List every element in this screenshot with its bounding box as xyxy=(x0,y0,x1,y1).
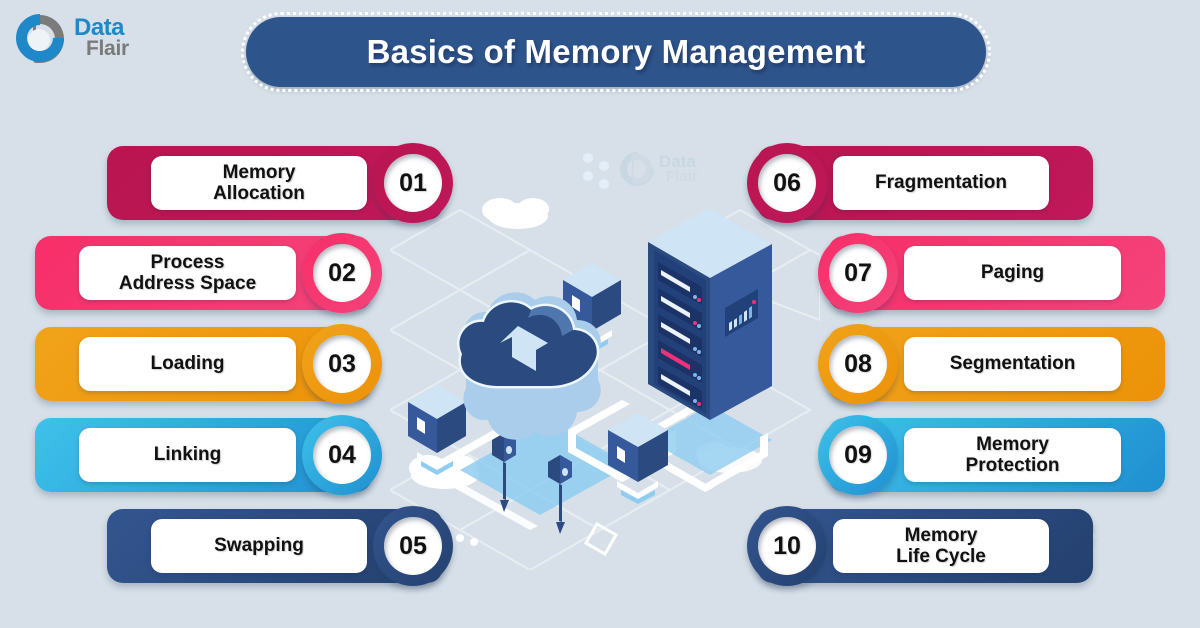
list-item[interactable]: Memory Protection 09 xyxy=(818,415,1165,495)
item-number: 06 xyxy=(773,168,801,197)
dataflair-logo: Data Flair xyxy=(6,4,129,72)
list-item[interactable]: Linking 04 xyxy=(35,415,382,495)
item-number-circle: 10 xyxy=(747,506,827,586)
item-label: Linking xyxy=(153,444,222,466)
item-label: Paging xyxy=(980,262,1045,284)
item-number-inner: 03 xyxy=(313,335,371,393)
item-number-inner: 01 xyxy=(384,154,442,212)
item-number-inner: 10 xyxy=(758,517,816,575)
list-item[interactable]: Memory Allocation 01 xyxy=(107,143,453,223)
isometric-cube xyxy=(608,413,668,504)
item-number-inner: 05 xyxy=(384,517,442,575)
server-rack xyxy=(648,208,772,420)
item-number-circle: 05 xyxy=(373,506,453,586)
item-number-circle: 01 xyxy=(373,143,453,223)
item-number: 02 xyxy=(328,258,356,287)
item-label-box: Linking xyxy=(79,428,296,482)
item-label-box: Fragmentation xyxy=(833,156,1049,210)
item-number-circle: 03 xyxy=(302,324,382,404)
item-number-inner: 02 xyxy=(313,244,371,302)
page-title: Basics of Memory Management xyxy=(366,33,866,70)
item-label-box: Paging xyxy=(904,246,1121,300)
decorative-dots xyxy=(583,153,609,189)
item-number-inner: 06 xyxy=(758,154,816,212)
logo-primary-text: Data xyxy=(74,13,125,41)
list-item[interactable]: Swapping 05 xyxy=(107,506,453,586)
item-number: 05 xyxy=(399,531,427,560)
item-number-circle: 06 xyxy=(747,143,827,223)
item-number-circle: 07 xyxy=(818,233,898,313)
item-label: Segmentation xyxy=(949,353,1076,375)
item-label-box: Loading xyxy=(79,337,296,391)
item-number: 03 xyxy=(328,349,356,378)
item-label: Process Address Space xyxy=(118,251,257,294)
isometric-cloud-server-illustration xyxy=(408,153,772,557)
item-number: 04 xyxy=(328,440,356,469)
item-label: Swapping xyxy=(214,535,304,557)
item-number: 07 xyxy=(844,258,872,287)
list-item[interactable]: Loading 03 xyxy=(35,324,382,404)
item-number: 08 xyxy=(844,349,872,378)
page-title-banner: Basics of Memory Management xyxy=(241,12,991,92)
list-item[interactable]: Memory Life Cycle 10 xyxy=(747,506,1093,586)
logo-secondary-text: Flair xyxy=(86,36,129,60)
item-label-box: Swapping xyxy=(151,519,367,573)
item-label-box: Memory Allocation xyxy=(151,156,367,210)
item-label-box: Segmentation xyxy=(904,337,1121,391)
dataflair-logo-icon xyxy=(6,4,74,72)
item-number: 01 xyxy=(399,168,427,197)
item-label: Memory Life Cycle xyxy=(896,524,986,567)
item-label-box: Process Address Space xyxy=(79,246,296,300)
item-number-circle: 02 xyxy=(302,233,382,313)
item-label: Fragmentation xyxy=(875,172,1007,194)
item-number-inner: 04 xyxy=(313,426,371,484)
item-label-box: Memory Life Cycle xyxy=(833,519,1049,573)
item-number-circle: 09 xyxy=(818,415,898,495)
item-label: Loading xyxy=(150,353,225,375)
item-label: Memory Allocation xyxy=(213,161,305,204)
item-number: 10 xyxy=(773,531,801,560)
list-item[interactable]: Process Address Space 02 xyxy=(35,233,382,313)
list-item[interactable]: Segmentation 08 xyxy=(818,324,1165,404)
item-number-inner: 07 xyxy=(829,244,887,302)
infographic-canvas: DataFlair DataFlair DataFlair DataFlair … xyxy=(0,0,1200,628)
list-item[interactable]: Fragmentation 06 xyxy=(747,143,1093,223)
item-number-inner: 09 xyxy=(829,426,887,484)
item-label-box: Memory Protection xyxy=(904,428,1121,482)
item-label: Memory Protection xyxy=(965,433,1060,476)
item-number-circle: 04 xyxy=(302,415,382,495)
list-item[interactable]: Paging 07 xyxy=(818,233,1165,313)
item-number-circle: 08 xyxy=(818,324,898,404)
item-number: 09 xyxy=(844,440,872,469)
item-number-inner: 08 xyxy=(829,335,887,393)
